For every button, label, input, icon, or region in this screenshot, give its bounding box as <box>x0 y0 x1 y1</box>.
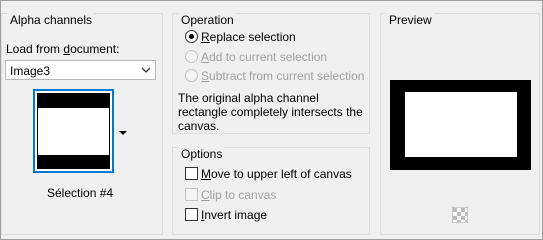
invert-image-checkbox[interactable] <box>185 208 198 221</box>
thumbnail-image <box>37 93 110 169</box>
alpha-channels-title: Alpha channels <box>8 13 95 27</box>
replace-selection-label[interactable]: Replace selection <box>201 30 296 44</box>
clip-to-canvas-checkbox[interactable] <box>185 188 198 201</box>
move-to-upper-left-checkbox[interactable] <box>185 167 198 180</box>
chevron-down-icon <box>141 67 151 73</box>
clip-to-canvas-label[interactable]: Clip to canvas <box>201 188 276 202</box>
subtract-from-selection-label[interactable]: Subtract from current selection <box>201 69 364 83</box>
preview-title: Preview <box>387 13 434 27</box>
replace-selection-radio[interactable] <box>185 30 198 43</box>
document-dropdown-value: Image3 <box>10 64 51 78</box>
selection-caption: Sélection #4 <box>47 186 114 200</box>
document-dropdown[interactable]: Image3 <box>5 60 156 80</box>
add-to-selection-radio[interactable] <box>185 50 198 63</box>
move-to-upper-left-label[interactable]: Move to upper left of canvas <box>201 167 352 181</box>
invert-image-label[interactable]: Invert image <box>201 208 267 222</box>
load-from-document-label: Load from document: <box>6 42 120 56</box>
intersection-info-text: The original alpha channel rectangle com… <box>178 91 363 133</box>
add-to-selection-label[interactable]: Add to current selection <box>201 50 327 64</box>
alpha-channel-thumbnail[interactable] <box>33 89 114 173</box>
thumbnail-dropdown-arrow-icon[interactable] <box>116 126 130 140</box>
operation-title: Operation <box>179 13 236 27</box>
subtract-from-selection-radio[interactable] <box>185 69 198 82</box>
transparency-checker-icon[interactable] <box>452 207 468 223</box>
options-title: Options <box>179 147 225 161</box>
preview-image <box>390 80 531 170</box>
